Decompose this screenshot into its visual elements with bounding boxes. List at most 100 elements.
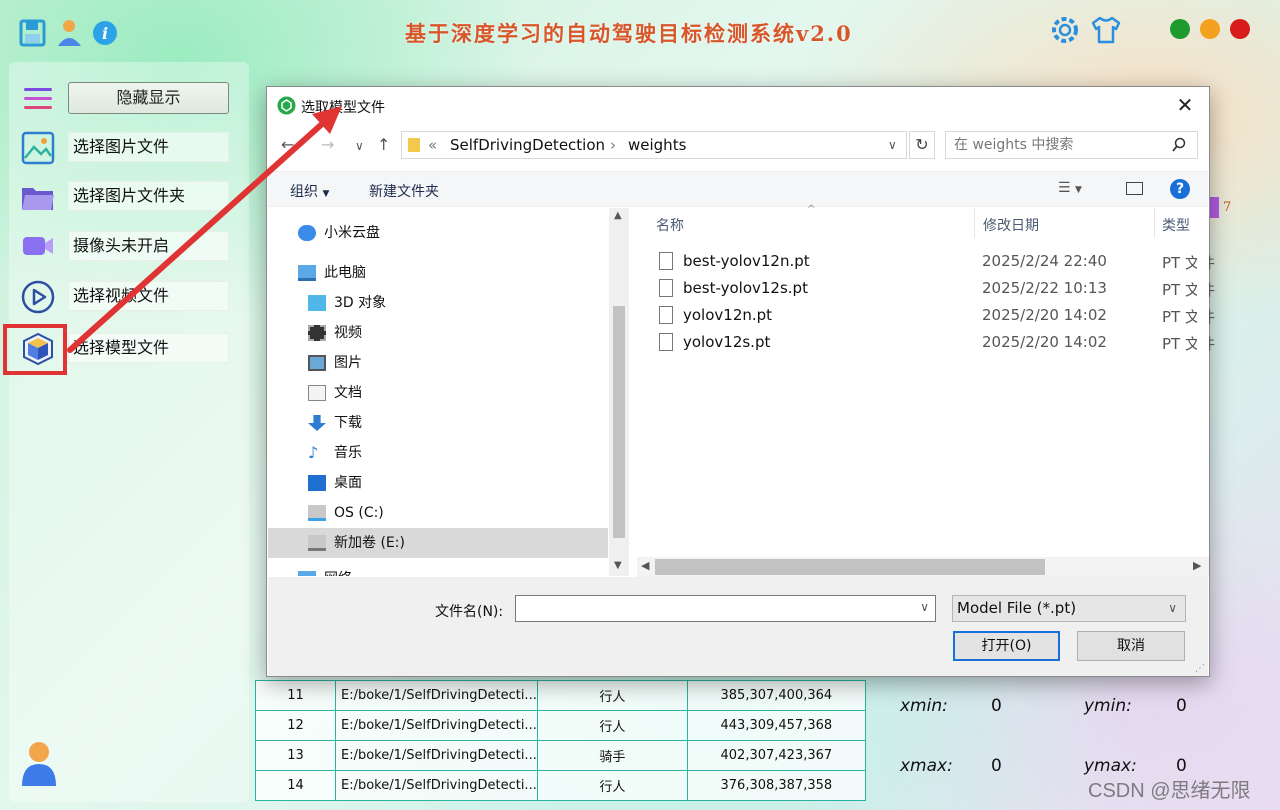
refresh-icon[interactable]: ↻ — [909, 131, 935, 159]
xmax-value: 0 — [991, 756, 1002, 776]
drive-e-icon — [308, 535, 326, 551]
video-icon — [308, 325, 326, 341]
menu-hamburger-icon[interactable] — [23, 86, 53, 112]
filetype-dropdown-icon: ∨ — [1168, 601, 1177, 615]
scroll-right-icon[interactable]: ▶ — [1193, 559, 1201, 572]
avatar[interactable] — [20, 740, 58, 788]
file-row[interactable]: best-yolov12n.pt 2025/2/24 22:40 PT 文件 — [659, 249, 1215, 275]
scroll-thumb[interactable] — [613, 306, 625, 538]
window-close-button[interactable] — [1230, 19, 1250, 39]
nav-item-3d-objects[interactable]: 3D 对象 — [308, 288, 386, 318]
recent-chevron-icon[interactable]: ∨ — [355, 139, 364, 153]
up-arrow-icon[interactable]: ↑ — [377, 135, 390, 154]
nav-label: 小米云盘 — [324, 225, 380, 241]
ymin-label: ymin: — [1084, 696, 1132, 716]
column-divider — [1154, 208, 1155, 238]
hide-display-button[interactable]: 隐藏显示 — [68, 82, 229, 114]
nav-item-this-pc[interactable]: 此电脑 — [298, 258, 366, 288]
file-list-hscrollbar[interactable]: ◀ ▶ — [637, 557, 1209, 577]
filename-label: 文件名(N): — [435, 604, 504, 620]
file-row[interactable]: yolov12n.pt 2025/2/20 14:02 PT 文件 — [659, 303, 1215, 329]
window-minimize-button[interactable] — [1170, 19, 1190, 39]
table-row[interactable]: 12 E:/boke/1/SelfDrivingDetecti... 行人 44… — [255, 710, 866, 741]
filename-input[interactable]: ∨ — [515, 595, 936, 622]
nav-label: 图片 — [334, 355, 362, 371]
image-icon[interactable] — [20, 130, 56, 166]
file-date: 2025/2/20 14:02 — [982, 333, 1107, 351]
preview-pane-icon[interactable] — [1126, 182, 1143, 195]
nav-item-xiaomi-cloud[interactable]: 小米云盘 — [298, 218, 380, 248]
nav-item-network[interactable]: 网络 — [298, 564, 352, 576]
select-image-button[interactable]: 选择图片文件 — [68, 132, 229, 162]
nav-item-desktop[interactable]: 桌面 — [308, 468, 362, 498]
table-row[interactable]: 14 E:/boke/1/SelfDrivingDetecti... 行人 37… — [255, 770, 866, 801]
row-id: 12 — [255, 710, 336, 741]
scroll-left-icon[interactable]: ◀ — [641, 559, 649, 572]
window-maximize-button[interactable] — [1200, 19, 1220, 39]
folder-icon[interactable] — [20, 180, 56, 216]
table-row[interactable]: 11 E:/boke/1/SelfDrivingDetecti... 行人 38… — [255, 680, 866, 711]
open-button[interactable]: 打开(O) — [953, 631, 1060, 661]
address-dropdown-icon[interactable]: ∨ — [888, 132, 897, 158]
resize-grip-icon[interactable]: ⋰ — [1195, 663, 1205, 674]
file-date: 2025/2/24 22:40 — [982, 252, 1107, 270]
row-box: 443,309,457,368 — [686, 710, 866, 741]
desktop-icon — [308, 475, 326, 491]
row-class: 行人 — [536, 680, 688, 711]
nav-item-drive-c[interactable]: OS (C:) — [308, 498, 384, 528]
nav-item-downloads[interactable]: 下载 — [308, 408, 362, 438]
select-video-button[interactable]: 选择视频文件 — [68, 281, 229, 311]
file-date: 2025/2/20 14:02 — [982, 306, 1107, 324]
help-icon[interactable]: ? — [1170, 179, 1190, 199]
scroll-up-icon[interactable]: ▲ — [614, 210, 622, 221]
column-type[interactable]: 类型 — [1162, 215, 1190, 235]
file-row[interactable]: best-yolov12s.pt 2025/2/22 10:13 PT 文件 — [659, 276, 1215, 302]
settings-gear-icon[interactable] — [1049, 14, 1081, 46]
svg-text:i: i — [102, 24, 108, 43]
nav-item-music[interactable]: ♪ 音乐 — [308, 438, 362, 468]
search-icon[interactable] — [1171, 137, 1187, 153]
filetype-select[interactable]: Model File (*.pt) ∨ — [952, 595, 1186, 622]
theme-shirt-icon[interactable] — [1090, 15, 1122, 45]
row-path: E:/boke/1/SelfDrivingDetecti... — [335, 740, 538, 771]
row-box: 402,307,423,367 — [686, 740, 866, 771]
user-icon[interactable] — [57, 18, 83, 48]
filetype-value: Model File (*.pt) — [957, 599, 1077, 617]
save-icon[interactable] — [19, 19, 46, 47]
column-date[interactable]: 修改日期 — [983, 215, 1039, 235]
search-input[interactable]: 在 weights 中搜索 — [945, 131, 1198, 159]
hscroll-thumb[interactable] — [655, 559, 1045, 575]
address-bar[interactable]: « SelfDrivingDetection › weights ∨ — [401, 131, 907, 159]
info-icon[interactable]: i — [92, 20, 118, 46]
close-icon[interactable]: ✕ — [1173, 93, 1197, 117]
filename-dropdown-icon[interactable]: ∨ — [920, 600, 929, 614]
nav-item-documents[interactable]: 文档 — [308, 378, 362, 408]
back-arrow-icon[interactable]: ← — [281, 135, 294, 154]
nav-label: 下载 — [334, 415, 362, 431]
play-icon[interactable] — [20, 279, 56, 315]
view-list-icon[interactable]: ☰ ▼ — [1058, 180, 1082, 196]
select-folder-button[interactable]: 选择图片文件夹 — [68, 181, 229, 211]
camera-icon[interactable] — [20, 228, 56, 264]
camera-button[interactable]: 摄像头未开启 — [68, 231, 229, 261]
nav-label: 桌面 — [334, 475, 362, 491]
scroll-down-icon[interactable]: ▼ — [614, 560, 622, 571]
new-folder-button[interactable]: 新建文件夹 — [369, 181, 439, 201]
table-row[interactable]: 13 E:/boke/1/SelfDrivingDetecti... 骑手 40… — [255, 740, 866, 771]
select-model-button[interactable]: 选择模型文件 — [68, 333, 229, 363]
nav-item-videos[interactable]: 视频 — [308, 318, 362, 348]
document-icon — [308, 385, 326, 401]
xmin-label: xmin: — [900, 696, 948, 716]
nav-item-drive-e[interactable]: 新加卷 (E:) — [308, 528, 405, 558]
file-row[interactable]: yolov12s.pt 2025/2/20 14:02 PT 文件 — [659, 330, 1215, 356]
column-name[interactable]: 名称 — [656, 215, 684, 235]
watermark: CSDN @思绪无限 — [1088, 780, 1251, 802]
organize-button[interactable]: 组织 ▼ — [290, 181, 329, 201]
path-segment-selfdriving[interactable]: SelfDrivingDetection — [450, 132, 605, 158]
forward-arrow-icon[interactable]: → — [321, 135, 334, 154]
progress-marker — [1210, 197, 1219, 218]
path-segment-weights[interactable]: weights — [628, 132, 686, 158]
nav-item-pictures[interactable]: 图片 — [308, 348, 362, 378]
nav-scrollbar[interactable]: ▲ ▼ — [609, 208, 629, 576]
cancel-button[interactable]: 取消 — [1077, 631, 1185, 661]
